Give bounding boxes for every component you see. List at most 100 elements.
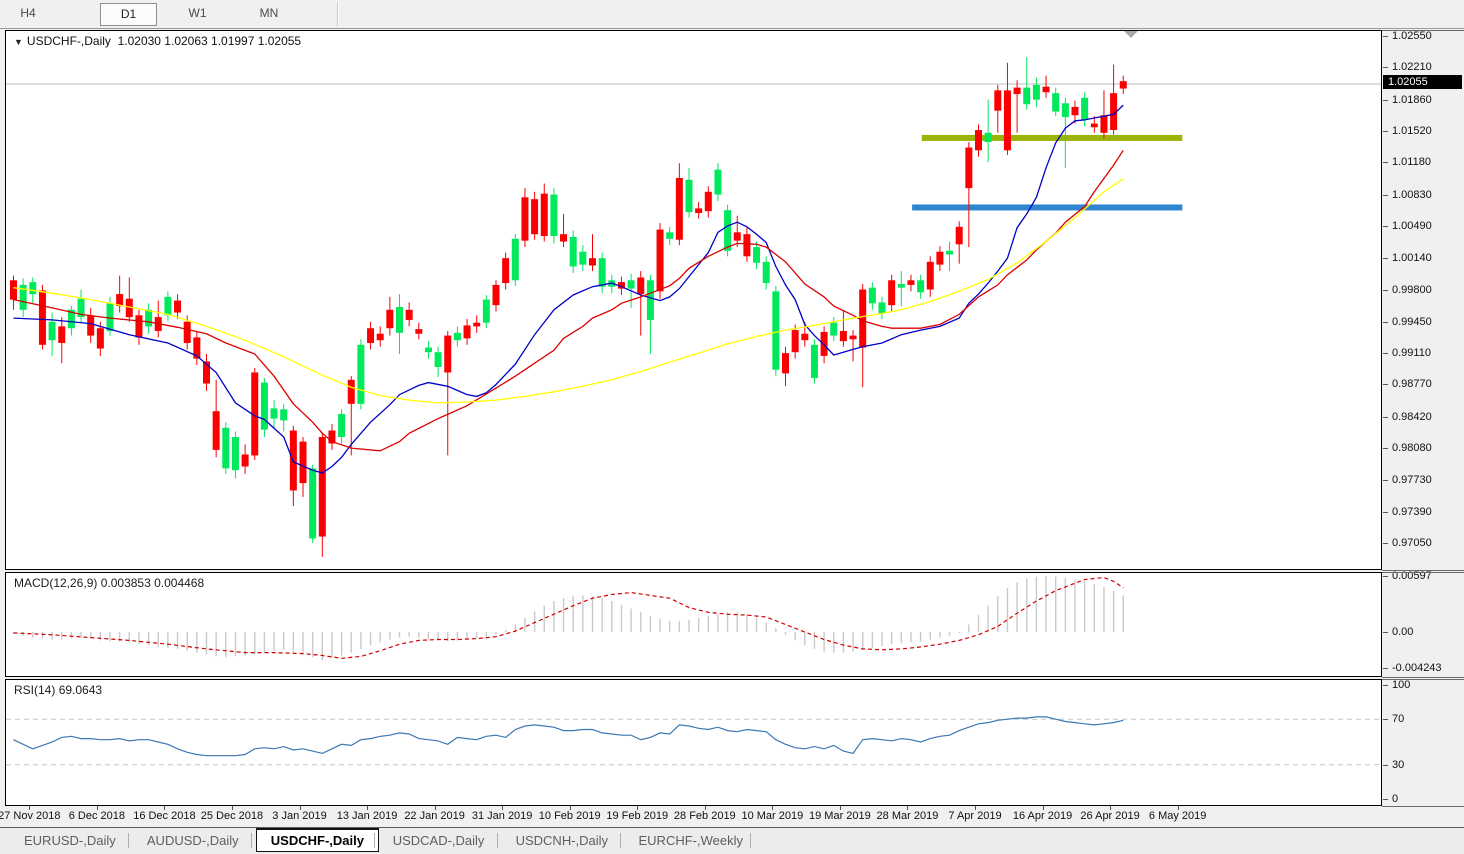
date-tick <box>1110 806 1112 810</box>
chart-symbol-period: USDCHF-,Daily <box>26 34 111 48</box>
date-tick-label: 16 Dec 2018 <box>133 810 196 822</box>
price-tick-label: 0.99800 <box>1392 283 1432 296</box>
price-tick-label: 0.99110 <box>1392 347 1431 360</box>
date-tick <box>299 806 301 810</box>
price-tick-label: 1.01860 <box>1392 93 1432 106</box>
date-tick <box>569 806 571 810</box>
macd-tick-label-tick <box>1383 576 1388 577</box>
price-tick-label: 1.02550 <box>1392 30 1432 42</box>
macd-indicator-pane[interactable] <box>5 572 1382 677</box>
macd-label: MACD(12,26,9) 0.003853 0.004468 <box>14 576 205 590</box>
date-tick <box>1177 806 1179 810</box>
macd-tick-label: -0.004243 <box>1392 662 1442 674</box>
symbol-dropdown-icon[interactable]: ▼ <box>14 37 23 47</box>
date-tick <box>772 806 774 810</box>
pane-separator <box>1382 677 1464 678</box>
tab-separator <box>250 833 252 848</box>
date-tick <box>434 806 436 810</box>
price-tick-label: 0.97730 <box>1392 474 1432 487</box>
chart-title: ▼ USDCHF-,Daily 1.02030 1.02063 1.01997 1… <box>14 34 301 48</box>
current-price-tag: 1.02055 <box>1383 75 1462 89</box>
pane-separator <box>1382 30 1464 31</box>
price-tick-label-tick <box>1383 384 1388 386</box>
rsi-tick-label-tick <box>1383 799 1388 800</box>
price-tick-label: 0.97050 <box>1392 537 1432 549</box>
date-tick <box>907 806 909 810</box>
rsi-indicator-pane[interactable] <box>5 679 1382 806</box>
price-tick-label-tick <box>1383 36 1388 37</box>
rsi-tick-label: 30 <box>1392 758 1405 771</box>
macd-tick-label-tick <box>1383 668 1388 669</box>
chart-stage: ▼ USDCHF-,Daily 1.02030 1.02063 1.01997 1… <box>0 0 1464 853</box>
price-tick-label: 1.00140 <box>1392 252 1432 265</box>
rsi-value: 69.0643 <box>58 683 103 697</box>
date-tick-label: 19 Mar 2019 <box>809 810 871 822</box>
price-tick-label-tick <box>1383 67 1388 69</box>
rsi-tick-label-tick <box>1383 719 1388 721</box>
symbol-tab-usdcad-daily[interactable]: USDCAD-,Daily <box>379 829 499 853</box>
date-tick <box>29 806 31 810</box>
price-chart-pane[interactable] <box>5 30 1382 570</box>
rsi-tick-label: 70 <box>1392 713 1405 726</box>
price-tick-label-tick <box>1383 289 1388 291</box>
date-tick-label: 3 Jan 2019 <box>272 810 327 822</box>
date-tick-label: 26 Apr 2019 <box>1080 810 1140 822</box>
date-tick-label: 10 Feb 2019 <box>538 810 601 822</box>
date-tick-label: 31 Jan 2019 <box>471 810 533 822</box>
price-tick-label-tick <box>1383 99 1388 101</box>
pane-separator <box>1382 806 1464 807</box>
date-tick-label: 16 Apr 2019 <box>1012 810 1073 822</box>
symbol-tab-audusd-daily[interactable]: AUDUSD-,Daily <box>133 829 253 853</box>
price-tick-label: 1.02210 <box>1392 61 1432 74</box>
rsi-tick-label-tick <box>1383 764 1388 766</box>
tab-separator <box>496 833 498 848</box>
pane-separator <box>1382 572 1464 573</box>
date-tick <box>502 806 504 810</box>
rsi-tick-label-tick <box>1383 685 1388 686</box>
symbol-tab-bar: EURUSD-,Daily AUDUSD-,Daily USDCHF-,Daily U… <box>0 827 1464 854</box>
rsi-label: RSI(14) 69.0643 <box>14 683 103 697</box>
pane-separator <box>1382 570 1464 571</box>
tab-separator <box>373 833 375 848</box>
chart-ohlc-values: 1.02030 1.02063 1.01997 1.02055 <box>117 34 302 48</box>
rsi-tick-label: 100 <box>1392 679 1411 691</box>
price-tick-label: 0.97390 <box>1392 505 1432 518</box>
date-tick <box>1042 806 1044 810</box>
pane-separator <box>1382 679 1464 680</box>
tab-separator <box>127 833 129 848</box>
date-tick-label: 25 Dec 2018 <box>200 810 264 822</box>
date-tick-label: 28 Feb 2019 <box>673 810 736 822</box>
symbol-tab-eurusd-daily[interactable]: EURUSD-,Daily <box>10 829 130 853</box>
price-tick-label-tick <box>1383 194 1388 196</box>
tab-separator <box>619 833 621 848</box>
price-tick-label: 1.00830 <box>1392 188 1432 201</box>
date-tick-label: 13 Jan 2019 <box>336 810 398 822</box>
date-tick-label: 7 Apr 2019 <box>948 810 1002 822</box>
price-tick-label-tick <box>1383 225 1388 227</box>
price-tick-label-tick <box>1383 162 1388 164</box>
price-tick-label-tick <box>1383 353 1388 355</box>
date-tick <box>839 806 841 810</box>
date-tick <box>231 806 233 810</box>
price-tick-label: 1.01180 <box>1392 156 1431 169</box>
price-tick-label: 0.98080 <box>1392 442 1432 455</box>
price-tick-label-tick <box>1383 480 1388 482</box>
price-tick-label-tick <box>1383 130 1388 132</box>
price-tick-label-tick <box>1383 321 1388 323</box>
symbol-tab-usdcnh-daily[interactable]: USDCNH-,Daily <box>502 829 622 853</box>
symbol-tab-usdchf-daily[interactable]: USDCHF-,Daily <box>255 828 379 852</box>
date-tick-label: 19 Feb 2019 <box>606 810 669 822</box>
date-tick-label: 10 Mar 2019 <box>741 810 804 822</box>
date-tick-label: 22 Jan 2019 <box>404 810 465 822</box>
price-tick-label: 1.01520 <box>1392 124 1432 137</box>
price-tick-label-tick <box>1383 511 1388 513</box>
macd-tick-label: 0.00 <box>1392 626 1414 638</box>
price-tick-label-tick <box>1383 543 1388 544</box>
symbol-tab-eurchf-weekly[interactable]: EURCHF-,Weekly <box>625 829 758 853</box>
tab-separator <box>749 833 751 848</box>
date-tick <box>367 806 369 810</box>
date-tick <box>96 806 98 810</box>
price-tick-label-tick <box>1383 258 1388 260</box>
price-tick-label: 0.98770 <box>1392 378 1432 391</box>
auto-scroll-marker-icon[interactable] <box>1124 31 1138 38</box>
